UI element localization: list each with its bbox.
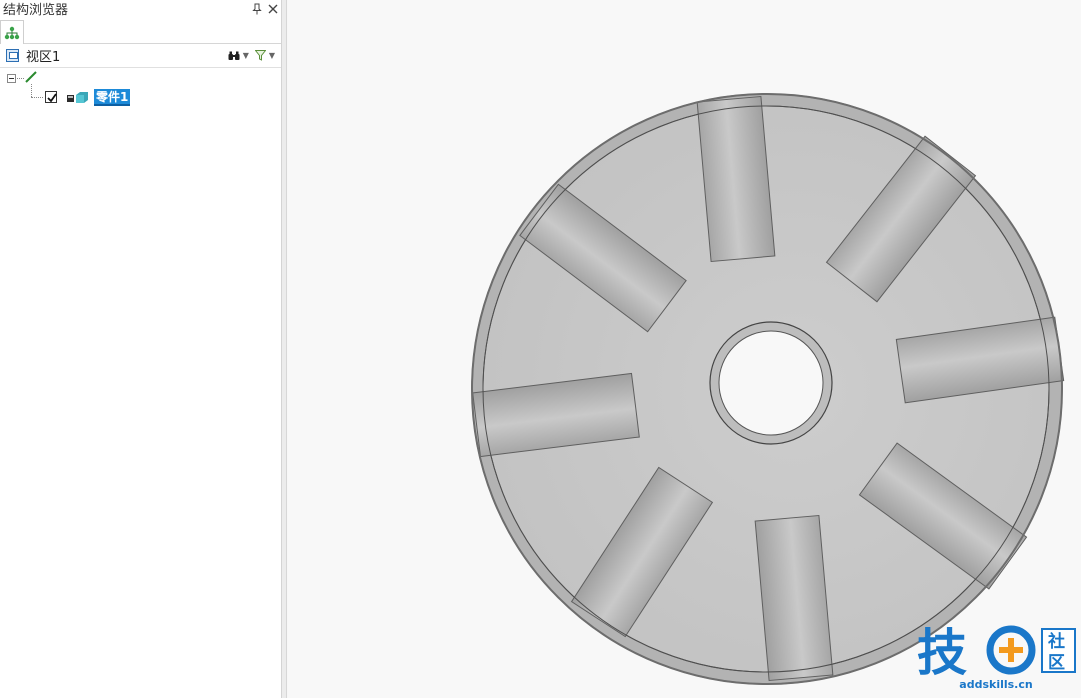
part-visibility-checkbox[interactable] bbox=[45, 91, 57, 103]
structure-tree: 零件1 bbox=[0, 68, 281, 688]
panel-splitter[interactable] bbox=[282, 0, 287, 698]
tree-item-part1[interactable]: 零件1 bbox=[94, 89, 131, 106]
chevron-down-icon: ▼ bbox=[242, 51, 249, 60]
view-label[interactable]: 视区1 bbox=[26, 46, 228, 65]
viewport-icon bbox=[6, 49, 19, 62]
watermark-domain: addskills.cn bbox=[959, 678, 1033, 691]
panel-title: 结构浏览器 bbox=[3, 3, 69, 18]
panel-tabstrip bbox=[0, 17, 281, 44]
tree-connector bbox=[17, 78, 24, 79]
watermark-badge-1: 社 bbox=[1047, 631, 1065, 652]
slot bbox=[696, 95, 776, 263]
part-icon bbox=[67, 92, 88, 103]
slot bbox=[754, 514, 834, 682]
pin-icon[interactable] bbox=[249, 1, 265, 17]
binoculars-icon bbox=[228, 51, 240, 60]
tree-connector bbox=[31, 84, 32, 97]
structure-tree-tab[interactable] bbox=[0, 20, 24, 44]
close-icon[interactable] bbox=[265, 1, 281, 17]
site-watermark: 技 社 区 addskills.cn bbox=[915, 622, 1077, 694]
panel-titlebar: 结构浏览器 bbox=[0, 0, 281, 18]
watermark-logo-char: 技 bbox=[917, 624, 967, 678]
3d-viewport[interactable]: 技 社 区 addskills.cn bbox=[288, 0, 1081, 698]
sketch-line-icon bbox=[25, 71, 37, 83]
filter-button[interactable]: ▼ bbox=[254, 50, 275, 61]
chevron-down-icon: ▼ bbox=[268, 51, 275, 60]
watermark-badge-2: 区 bbox=[1048, 653, 1065, 673]
tree-collapse-toggle[interactable] bbox=[7, 74, 16, 83]
view-selector-bar: 视区1 ▼ ▼ bbox=[0, 44, 281, 68]
find-button[interactable]: ▼ bbox=[228, 51, 249, 61]
structure-tree-icon bbox=[4, 26, 20, 39]
tree-connector bbox=[31, 97, 43, 98]
filter-icon bbox=[254, 50, 266, 61]
part-model bbox=[471, 93, 1065, 685]
structure-browser-panel: 结构浏览器 视区1 ▼ ▼ 零件1 bbox=[0, 0, 282, 698]
hub-inner-hole bbox=[718, 330, 824, 436]
